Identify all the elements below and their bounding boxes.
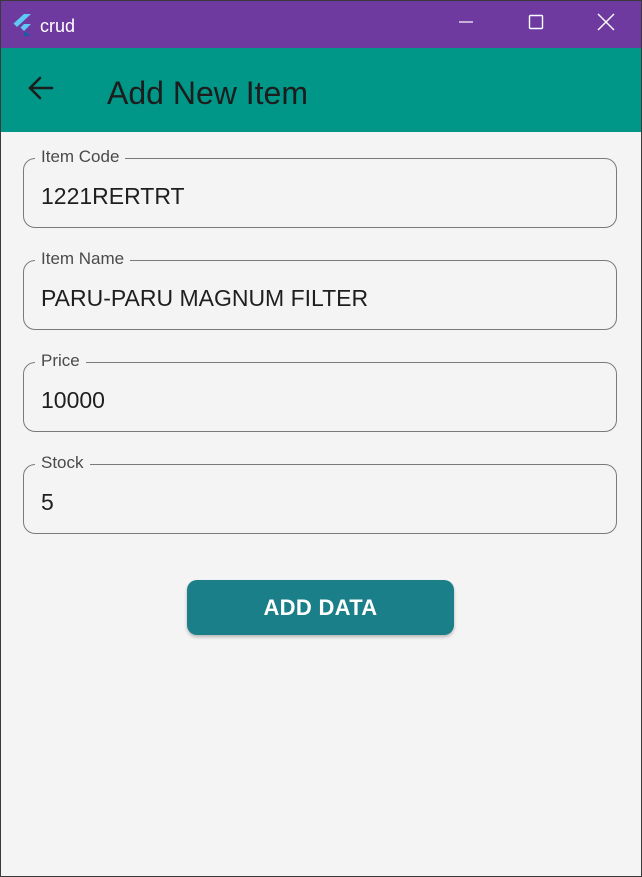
item-code-label: Item Code xyxy=(35,147,126,167)
title-bar[interactable]: crud xyxy=(1,1,641,48)
item-name-input[interactable]: PARU-PARU MAGNUM FILTER xyxy=(41,284,368,312)
item-name-field[interactable]: Item Name PARU-PARU MAGNUM FILTER xyxy=(23,249,617,330)
item-name-label: Item Name xyxy=(35,249,131,269)
price-field[interactable]: Price 10000 xyxy=(23,351,617,432)
app-bar: Add New Item xyxy=(1,48,641,132)
maximize-button[interactable] xyxy=(501,1,571,48)
flutter-logo-icon xyxy=(11,13,33,37)
stock-label: Stock xyxy=(35,453,90,473)
back-button[interactable] xyxy=(19,68,63,112)
price-input[interactable]: 10000 xyxy=(41,386,105,414)
close-icon xyxy=(597,13,615,36)
item-code-field[interactable]: Item Code 1221RERTRT xyxy=(23,147,617,228)
add-data-button[interactable]: ADD DATA xyxy=(187,580,454,635)
close-button[interactable] xyxy=(571,1,641,48)
price-label: Price xyxy=(35,351,86,371)
window-title: crud xyxy=(40,16,76,36)
stock-field[interactable]: Stock 5 xyxy=(23,453,617,534)
price-outline xyxy=(23,362,617,432)
stock-outline xyxy=(23,464,617,534)
add-data-label: ADD DATA xyxy=(263,594,378,620)
maximize-icon xyxy=(528,14,544,35)
minimize-button[interactable] xyxy=(431,1,501,48)
item-code-input[interactable]: 1221RERTRT xyxy=(41,182,185,210)
page-title: Add New Item xyxy=(107,75,308,111)
minimize-icon xyxy=(458,14,474,35)
arrow-back-icon xyxy=(27,74,55,107)
app-window: crud Add New Item Item Code 1221RERTRT I… xyxy=(0,0,642,877)
stock-input[interactable]: 5 xyxy=(41,488,54,516)
